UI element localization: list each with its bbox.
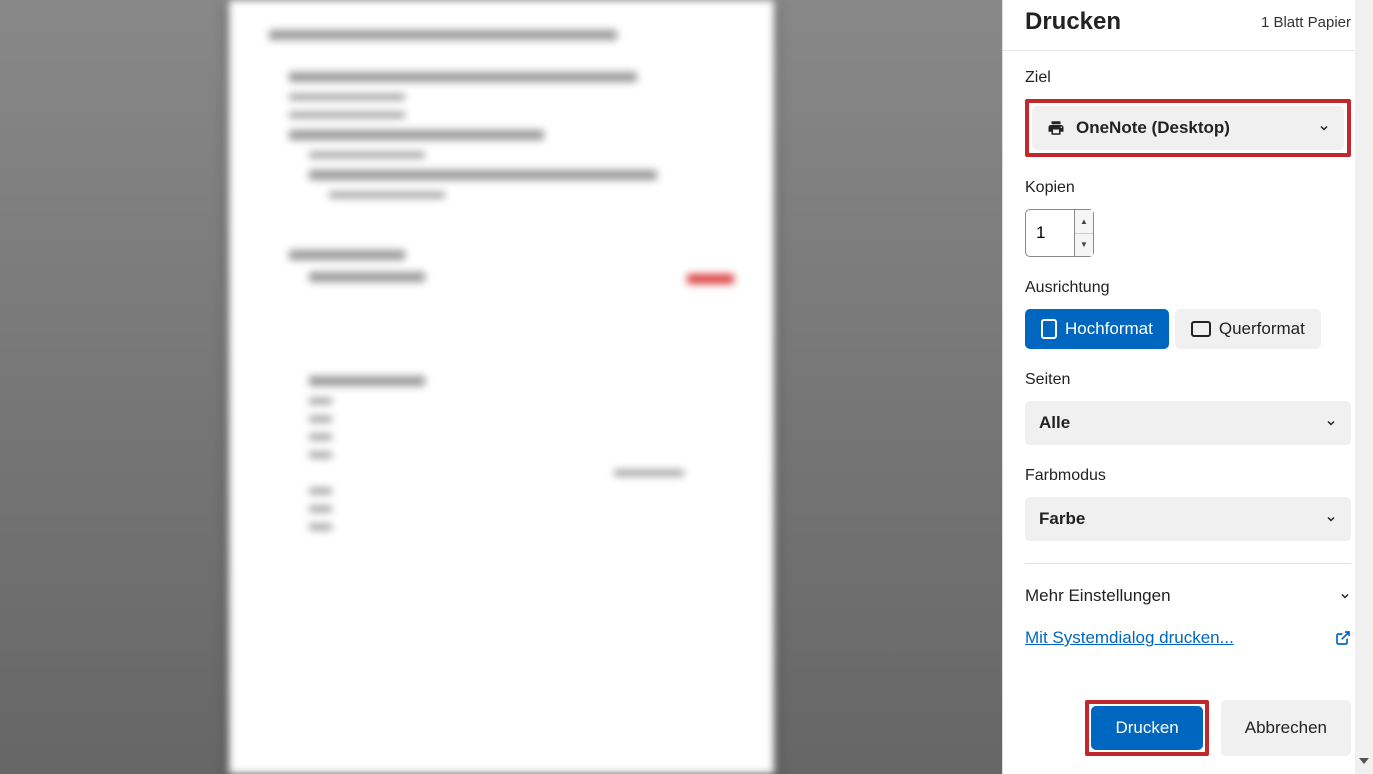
divider — [1025, 563, 1351, 564]
chevron-down-icon — [1325, 513, 1337, 525]
dialog-title: Drucken — [1025, 8, 1121, 36]
print-settings-sidebar: Drucken 1 Blatt Papier Ziel OneNote (Des… — [1002, 0, 1373, 774]
destination-value: OneNote (Desktop) — [1076, 118, 1230, 138]
orientation-label: Ausrichtung — [1025, 279, 1351, 297]
copies-increment[interactable]: ▲ — [1075, 210, 1093, 234]
document-preview — [229, 0, 774, 774]
copies-decrement[interactable]: ▼ — [1075, 234, 1093, 257]
sheet-count: 1 Blatt Papier — [1261, 14, 1351, 31]
copies-input[interactable] — [1025, 209, 1075, 257]
sidebar-footer: Drucken Abbrechen — [1003, 686, 1373, 774]
pages-value: Alle — [1039, 413, 1070, 433]
scroll-down-arrow-icon — [1359, 758, 1369, 764]
destination-highlight: OneNote (Desktop) — [1025, 99, 1351, 157]
cancel-button[interactable]: Abbrechen — [1221, 700, 1351, 756]
color-mode-dropdown[interactable]: Farbe — [1025, 497, 1351, 541]
landscape-page-icon — [1191, 321, 1211, 337]
copies-label: Kopien — [1025, 179, 1351, 197]
portrait-page-icon — [1041, 319, 1057, 339]
orientation-landscape-button[interactable]: Querformat — [1175, 309, 1321, 349]
pages-dropdown[interactable]: Alle — [1025, 401, 1351, 445]
pages-label: Seiten — [1025, 371, 1351, 389]
color-mode-label: Farbmodus — [1025, 467, 1351, 485]
system-dialog-link[interactable]: Mit Systemdialog drucken... — [1025, 628, 1351, 648]
orientation-portrait-button[interactable]: Hochformat — [1025, 309, 1169, 349]
outer-scrollbar[interactable] — [1355, 0, 1373, 774]
more-settings-toggle[interactable]: Mehr Einstellungen — [1025, 582, 1351, 610]
color-mode-value: Farbe — [1039, 509, 1085, 529]
external-link-icon — [1335, 630, 1351, 646]
print-button[interactable]: Drucken — [1091, 706, 1202, 750]
sidebar-content[interactable]: Ziel OneNote (Desktop) Kopien — [1003, 51, 1373, 686]
destination-label: Ziel — [1025, 69, 1351, 87]
chevron-down-icon — [1325, 417, 1337, 429]
print-preview-area — [0, 0, 1002, 774]
print-button-highlight: Drucken — [1085, 700, 1208, 756]
printer-icon — [1046, 119, 1066, 137]
sidebar-header: Drucken 1 Blatt Papier — [1003, 0, 1373, 51]
chevron-down-icon — [1318, 122, 1330, 134]
chevron-down-icon — [1339, 590, 1351, 602]
destination-dropdown[interactable]: OneNote (Desktop) — [1032, 106, 1344, 150]
